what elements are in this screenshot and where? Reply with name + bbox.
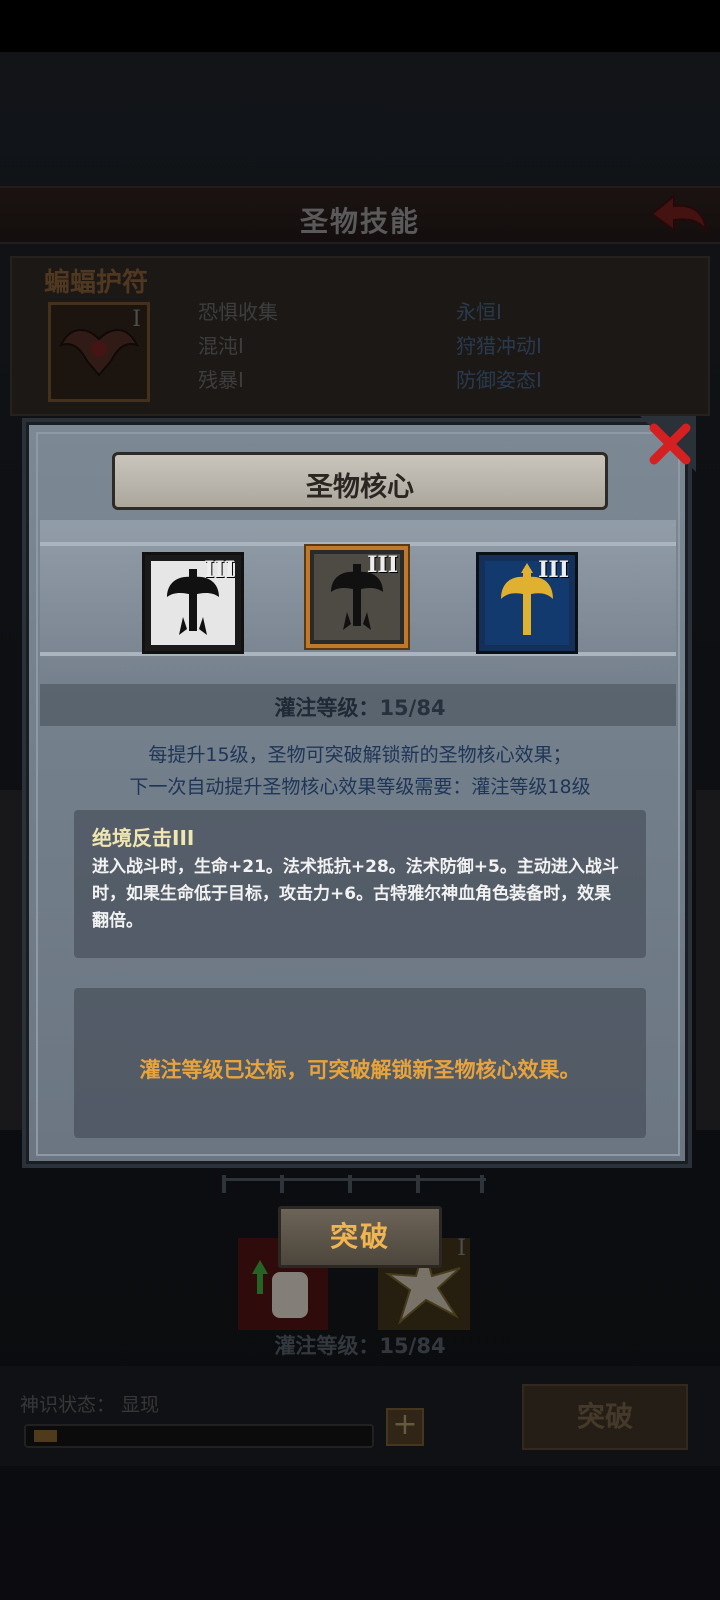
infusion-level-value: 15/84	[379, 696, 446, 720]
core-rank-2: III	[367, 552, 398, 578]
effect-text: 进入战斗时，生命+21。法术抵抗+28。法术防御+5。主动进入战斗时，如果生命低…	[92, 857, 619, 931]
close-icon[interactable]	[640, 416, 696, 472]
break-button[interactable]: 突破	[278, 1206, 442, 1268]
description-line-2: 下一次自动提升圣物核心效果等级需要：灌注等级18级	[129, 776, 591, 798]
infusion-level: 灌注等级：15/84	[0, 692, 720, 722]
notice-text: 灌注等级已达标，可突破解锁新圣物核心效果。	[139, 1058, 581, 1082]
effect-title: 绝境反击III	[92, 826, 195, 850]
status-bar	[0, 0, 720, 52]
infusion-level-label: 灌注等级：	[274, 696, 380, 720]
core-rank-1: III	[204, 557, 235, 583]
modal-title: 圣物核心	[306, 472, 414, 503]
modal-header-plate: 圣物核心	[112, 452, 608, 510]
core-slot-3[interactable]: III	[476, 552, 578, 654]
core-slot-1[interactable]: III	[142, 552, 244, 654]
core-slot-2-selected[interactable]: III	[306, 546, 408, 648]
description-line-1: 每提升15级，圣物可突破解锁新的圣物核心效果；	[148, 744, 572, 766]
core-rank-3: III	[538, 557, 569, 583]
